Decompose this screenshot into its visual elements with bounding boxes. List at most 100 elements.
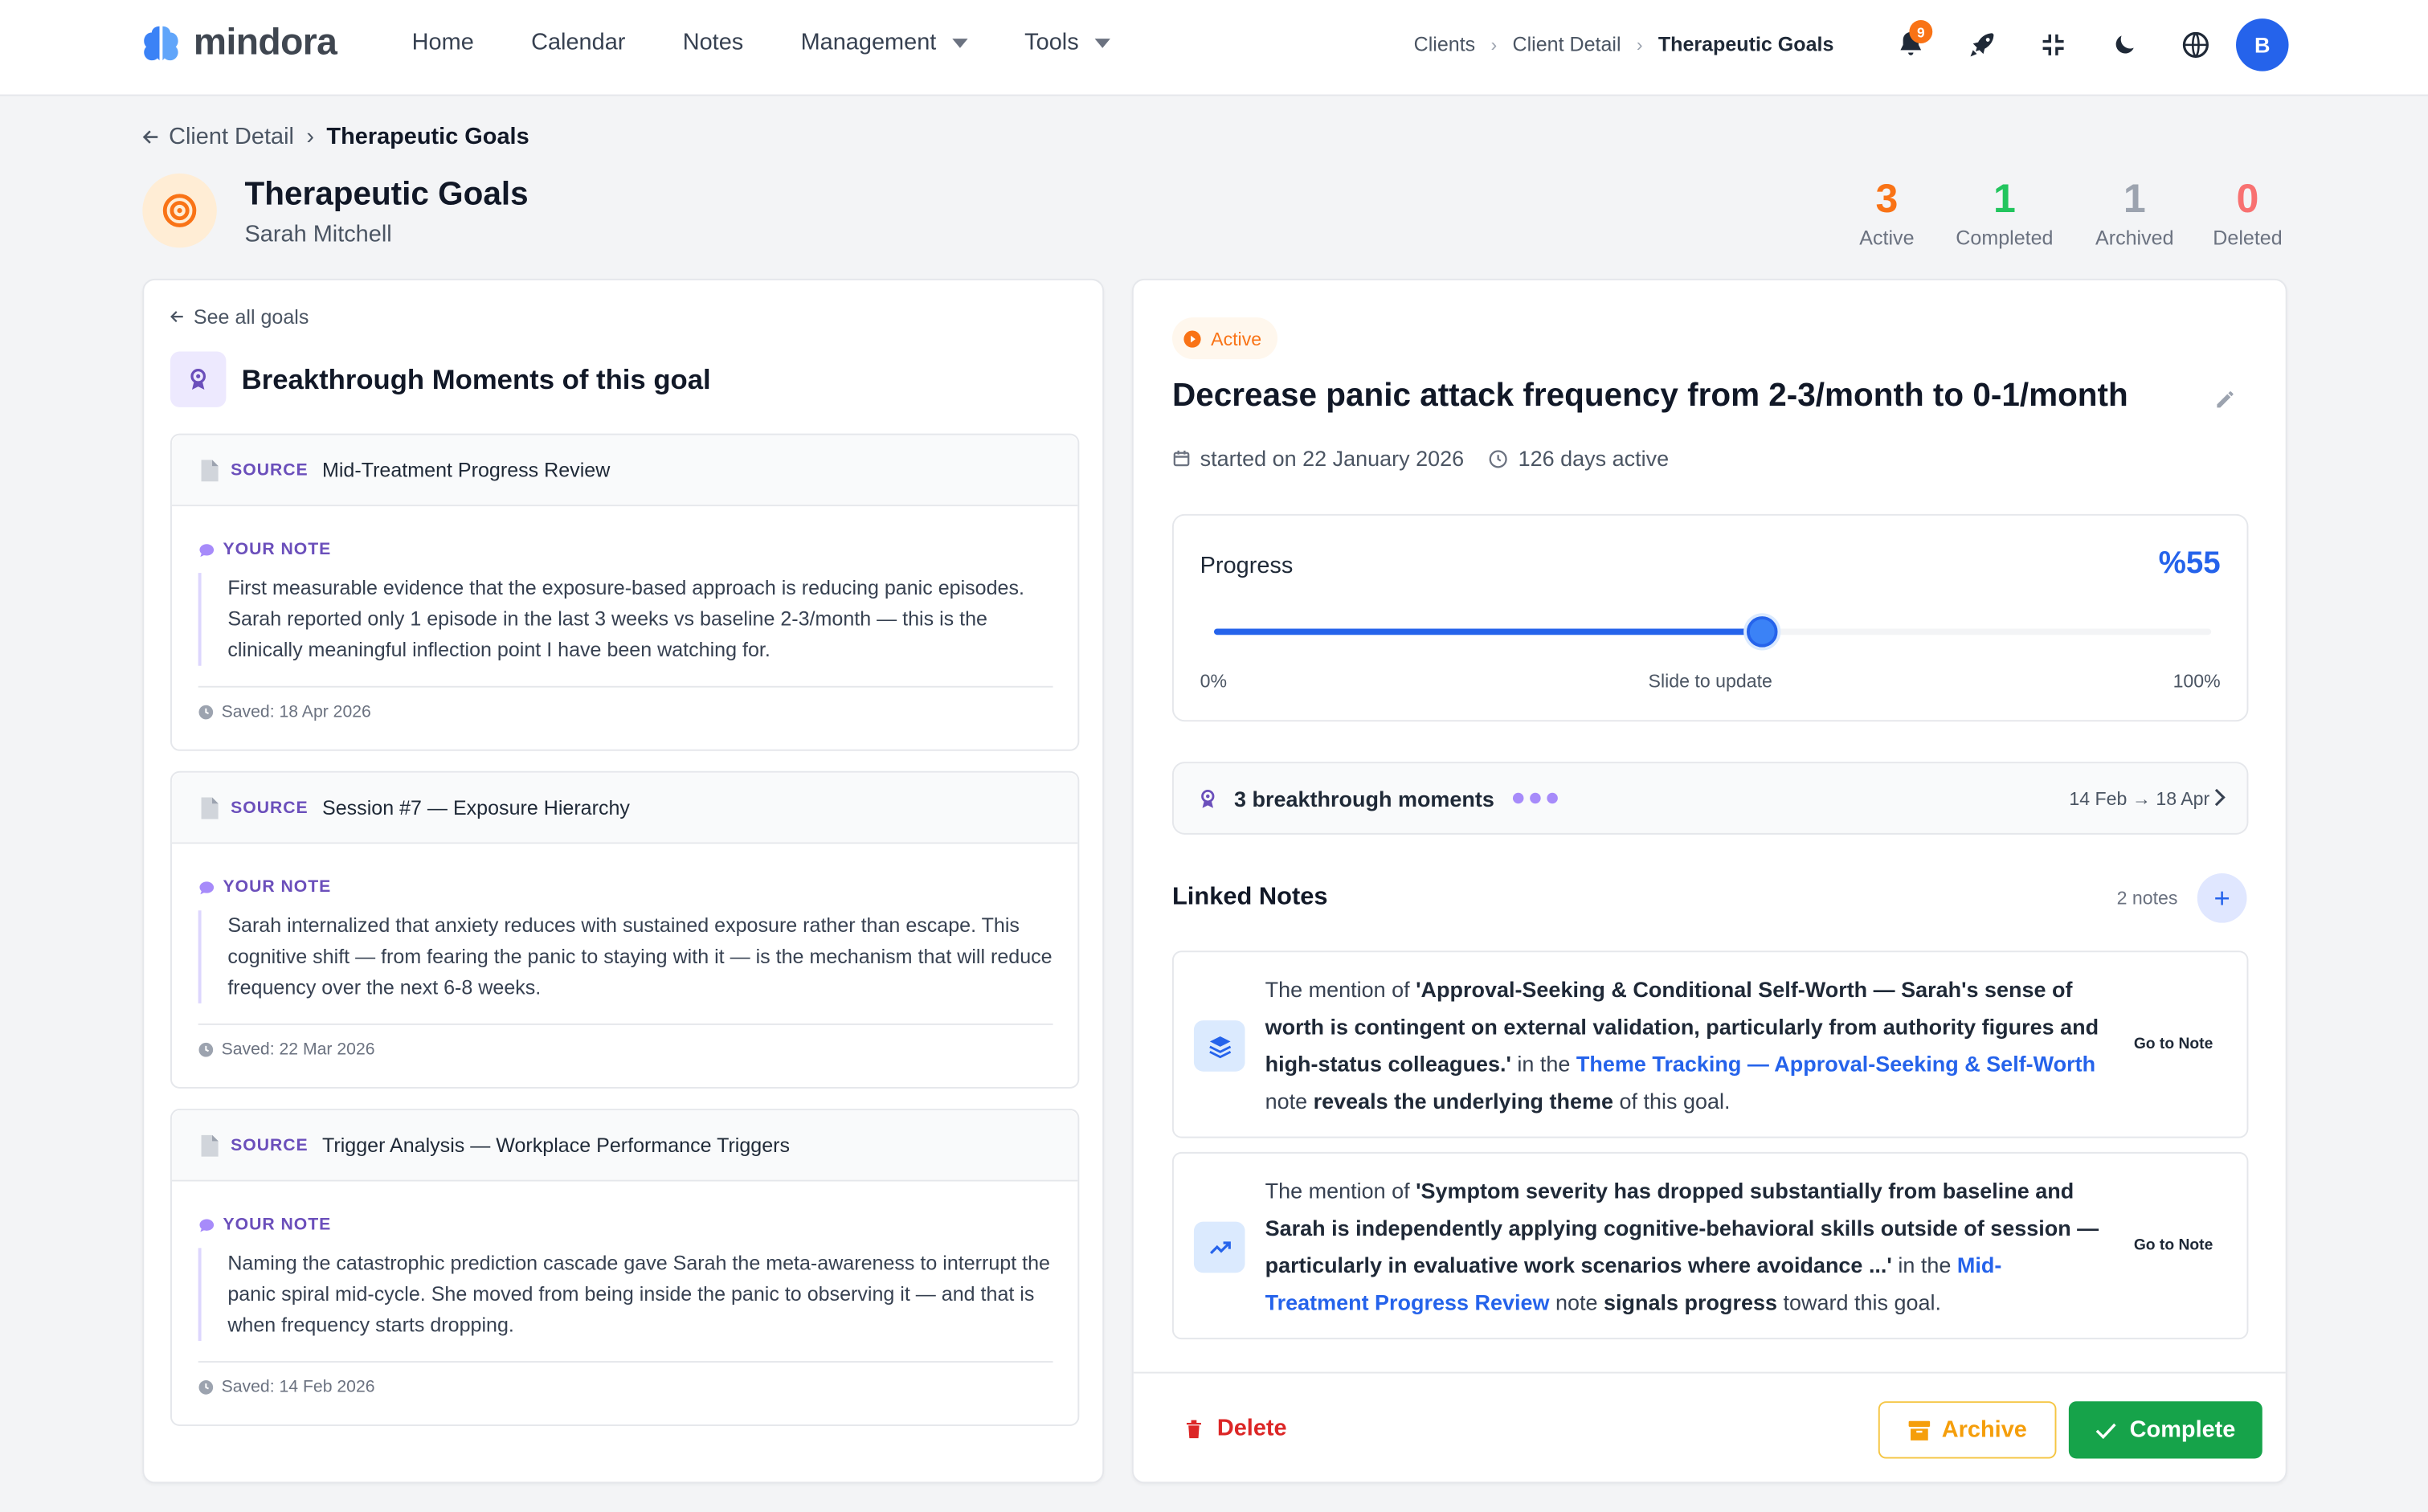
breadcrumb-client-detail[interactable]: Client Detail bbox=[1512, 32, 1621, 55]
note-link[interactable]: Theme Tracking — Approval-Seeking & Self… bbox=[1576, 1052, 2095, 1077]
see-all-goals-link[interactable]: See all goals bbox=[169, 305, 309, 329]
top-breadcrumb: Clients › Client Detail › Therapeutic Go… bbox=[1414, 32, 1834, 55]
note-text: of this goal. bbox=[1613, 1088, 1731, 1114]
your-note-text: YOUR NOTE bbox=[223, 540, 332, 559]
arrow-left-icon bbox=[170, 311, 183, 323]
your-note-label: YOUR NOTE bbox=[198, 541, 332, 559]
note-body: Sarah internalized that anxiety reduces … bbox=[198, 910, 1053, 1003]
brain-logo-icon bbox=[144, 26, 178, 61]
card-source-header[interactable]: SOURCE Trigger Analysis — Workplace Perf… bbox=[171, 1109, 1078, 1182]
note-relation: signals progress bbox=[1604, 1289, 1777, 1315]
rocket-button[interactable] bbox=[1957, 20, 2007, 70]
source-label: SOURCE bbox=[231, 460, 309, 480]
go-to-note-button[interactable]: Go to Note bbox=[2134, 1036, 2213, 1052]
go-to-note-button[interactable]: Go to Note bbox=[2134, 1237, 2213, 1254]
add-linked-note-button[interactable]: + bbox=[2197, 872, 2247, 923]
stat-label: Completed bbox=[1956, 226, 2054, 250]
source-label: SOURCE bbox=[231, 798, 309, 817]
saved-date-text: Saved: 14 Feb 2026 bbox=[221, 1378, 375, 1397]
language-button[interactable] bbox=[2171, 20, 2221, 70]
breadcrumb-current: Therapeutic Goals bbox=[1657, 32, 1834, 56]
collapse-button[interactable] bbox=[2029, 20, 2079, 70]
progress-card: Progress %55 0% Slide to update 100% bbox=[1171, 513, 2249, 722]
divider bbox=[198, 685, 1053, 688]
progress-percent: %55 bbox=[2158, 546, 2221, 581]
moment-dots bbox=[1513, 792, 1558, 804]
nav-notes[interactable]: Notes bbox=[683, 30, 744, 56]
nav-tools[interactable]: Tools bbox=[1024, 29, 1110, 56]
dark-mode-toggle[interactable] bbox=[2099, 20, 2149, 70]
progress-label: Progress bbox=[1200, 553, 1294, 579]
stat-deleted[interactable]: 0 Deleted bbox=[2206, 177, 2288, 250]
comment-icon bbox=[199, 543, 215, 557]
pencil-icon bbox=[2217, 391, 2234, 408]
breakthrough-summary[interactable]: 3 breakthrough moments 14 Feb → 18 Apr bbox=[1171, 762, 2249, 835]
linked-note-text: The mention of 'Approval-Seeking & Condi… bbox=[1265, 971, 2102, 1119]
nav-tools-label: Tools bbox=[1024, 29, 1079, 56]
stat-value: 1 bbox=[2123, 174, 2146, 222]
goal-target-avatar bbox=[142, 173, 217, 248]
clock-icon bbox=[198, 1380, 214, 1395]
note-text: The mention of bbox=[1265, 1178, 1416, 1203]
note-text: in the bbox=[1510, 1051, 1576, 1077]
complete-button[interactable]: Complete bbox=[2068, 1401, 2262, 1459]
saved-date: Saved: 22 Mar 2026 bbox=[198, 1040, 375, 1059]
calendar-icon bbox=[1173, 450, 1190, 467]
linked-note-text: The mention of 'Symptom severity has dro… bbox=[1265, 1172, 2102, 1321]
stat-value: 0 bbox=[2236, 174, 2259, 222]
source-label: SOURCE bbox=[231, 1135, 309, 1154]
back-link[interactable]: Client Detail bbox=[141, 124, 294, 150]
layers-icon bbox=[1208, 1036, 1231, 1058]
progress-fill bbox=[1214, 628, 1763, 635]
saved-date-text: Saved: 18 Apr 2026 bbox=[221, 702, 371, 722]
note-body: Naming the catastrophic prediction casca… bbox=[198, 1248, 1053, 1342]
slider-thumb[interactable] bbox=[1747, 616, 1778, 648]
nav-home[interactable]: Home bbox=[412, 30, 474, 56]
edit-goal-button[interactable] bbox=[2214, 389, 2236, 419]
breakthrough-card: SOURCE Mid-Treatment Progress Review YOU… bbox=[170, 433, 1080, 751]
source-title: Trigger Analysis — Workplace Performance… bbox=[321, 1133, 791, 1157]
document-icon bbox=[201, 459, 219, 481]
breakthrough-panel: See all goals Breakthrough Moments of th… bbox=[142, 278, 1105, 1484]
app-logo[interactable]: mindora bbox=[139, 22, 337, 65]
stat-completed[interactable]: 1 Completed bbox=[1947, 177, 2063, 250]
source-title: Mid-Treatment Progress Review bbox=[321, 458, 611, 482]
archive-button[interactable]: Archive bbox=[1878, 1401, 2057, 1459]
award-icon bbox=[190, 369, 206, 390]
check-icon bbox=[2096, 1422, 2117, 1439]
nav-calendar[interactable]: Calendar bbox=[531, 30, 625, 56]
breakthrough-card: SOURCE Session #7 — Exposure Hierarchy Y… bbox=[170, 770, 1080, 1089]
breadcrumb-clients[interactable]: Clients bbox=[1414, 32, 1476, 55]
note-text: The mention of bbox=[1265, 977, 1416, 1002]
plus-icon: + bbox=[2213, 881, 2230, 913]
stat-archived[interactable]: 1 Archived bbox=[2062, 177, 2206, 250]
linked-notes-title: Linked Notes bbox=[1171, 884, 1328, 911]
notifications-button[interactable]: 9 bbox=[1886, 20, 1935, 70]
clock-icon bbox=[198, 1042, 214, 1057]
card-source-header[interactable]: SOURCE Mid-Treatment Progress Review bbox=[171, 435, 1078, 507]
delete-label: Delete bbox=[1216, 1415, 1287, 1442]
divider bbox=[1133, 1371, 2286, 1374]
moon-icon bbox=[2115, 35, 2134, 54]
play-circle-icon bbox=[1183, 329, 1201, 347]
stat-label: Active bbox=[1859, 226, 1915, 250]
layers-icon-box bbox=[1193, 1020, 1245, 1072]
saved-date: Saved: 18 Apr 2026 bbox=[198, 703, 371, 721]
note-relation: reveals the underlying theme bbox=[1313, 1088, 1614, 1114]
saved-date-text: Saved: 22 Mar 2026 bbox=[221, 1040, 375, 1060]
stat-active[interactable]: 3 Active bbox=[1827, 177, 1946, 250]
goal-meta: started on 22 January 2026 126 days acti… bbox=[1172, 446, 1694, 471]
slider-hint: Slide to update bbox=[1648, 670, 1772, 693]
user-avatar[interactable]: B bbox=[2236, 18, 2289, 72]
card-source-header[interactable]: SOURCE Session #7 — Exposure Hierarchy bbox=[171, 772, 1078, 844]
slider-max: 100% bbox=[2173, 670, 2221, 693]
progress-slider[interactable] bbox=[1214, 616, 2212, 648]
main-nav: Home Calendar Notes Management Tools bbox=[412, 29, 1167, 56]
complete-label: Complete bbox=[2129, 1416, 2236, 1444]
delete-button[interactable]: Delete bbox=[1183, 1415, 1287, 1442]
status-text: Active bbox=[1211, 327, 1262, 349]
nav-management[interactable]: Management bbox=[801, 30, 967, 55]
breakthrough-count: 3 breakthrough moments bbox=[1234, 786, 1494, 811]
your-note-label: YOUR NOTE bbox=[198, 1216, 332, 1234]
trending-up-icon bbox=[1209, 1240, 1230, 1253]
